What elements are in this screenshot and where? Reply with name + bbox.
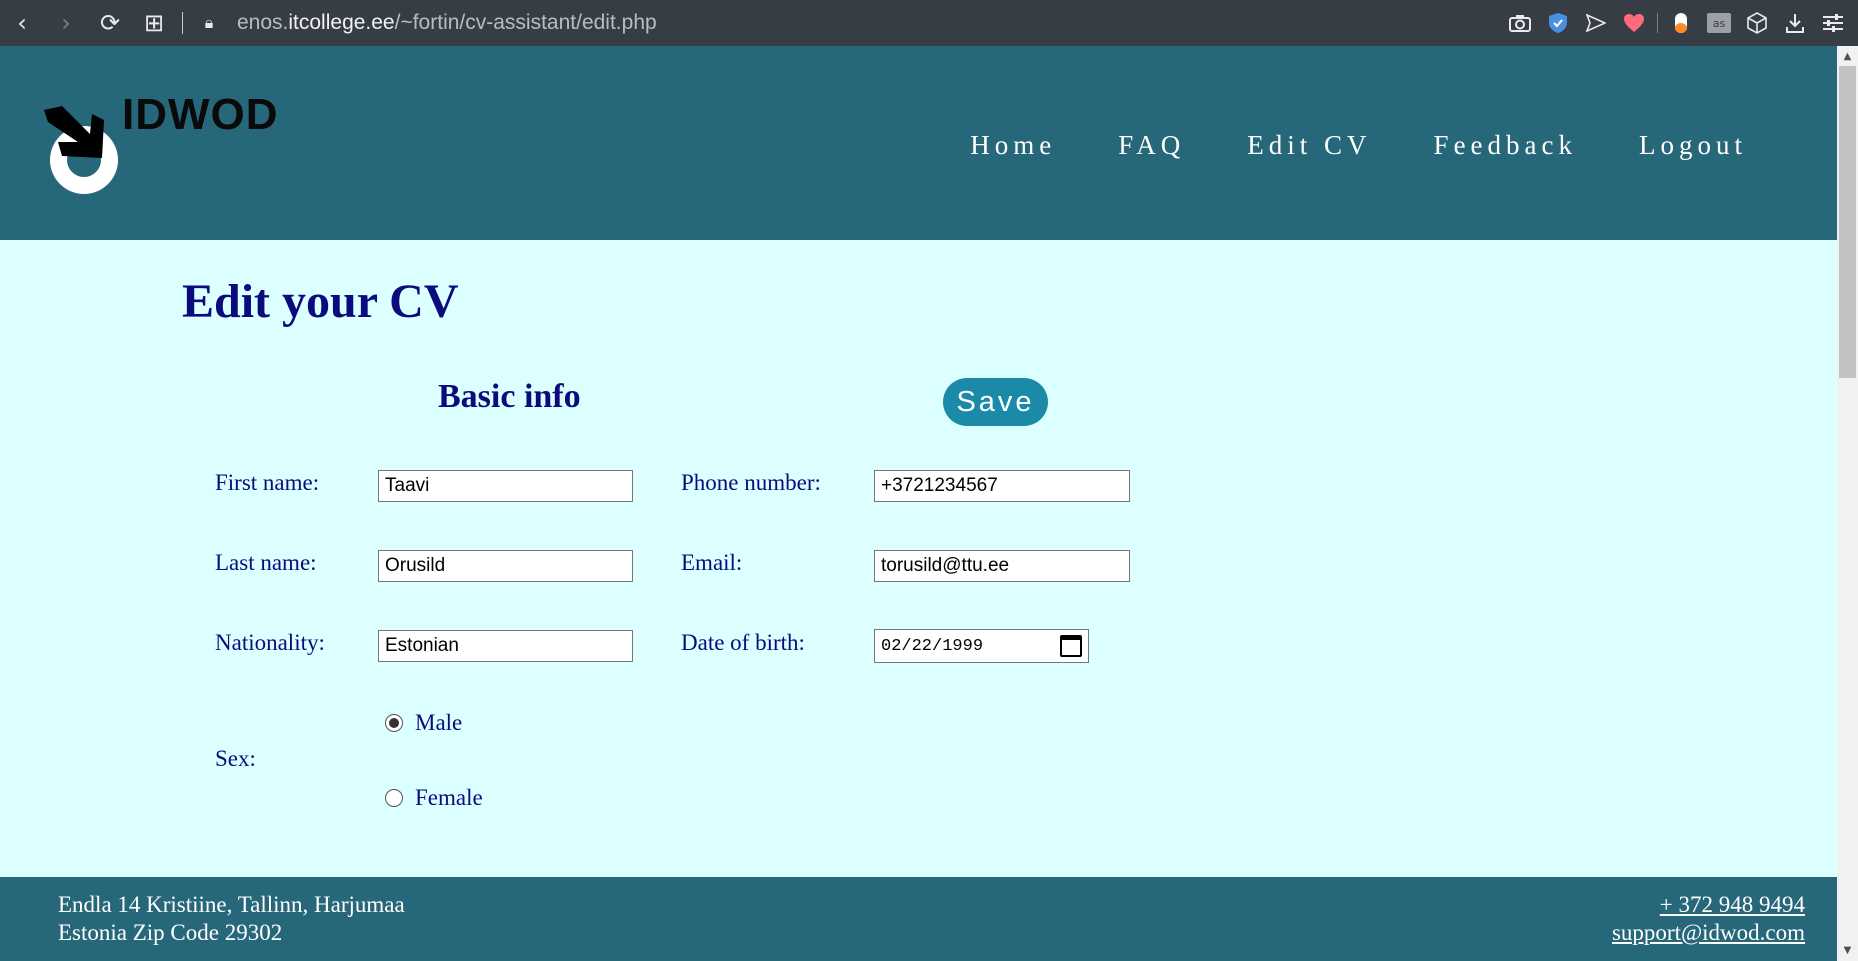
email-label: Email: — [681, 550, 743, 575]
main-nav: Home FAQ Edit CV Feedback Logout — [970, 130, 1747, 161]
download-icon[interactable] — [1776, 5, 1814, 41]
last-name-field[interactable]: Orusild — [378, 550, 633, 582]
toolbar-separator — [182, 12, 183, 34]
back-icon[interactable]: ‹ — [0, 5, 44, 41]
logo[interactable]: IDWOD — [40, 90, 320, 230]
address-line-1: Endla 14 Kristiine, Tallinn, Harjumaa — [58, 892, 405, 917]
url-path: /~fortin/cv-assistant/edit.php — [394, 11, 657, 34]
dob-value: 02/22/1999 — [881, 636, 984, 656]
first-name-label: First name: — [215, 470, 320, 495]
nav-logout[interactable]: Logout — [1639, 130, 1747, 161]
footer-contact: + 372 948 9494 support@idwod.com — [1612, 891, 1805, 947]
main-content: Edit your CV Basic info Save First name:… — [0, 240, 1837, 876]
cube-icon[interactable] — [1738, 5, 1776, 41]
send-icon[interactable] — [1577, 5, 1615, 41]
url-domain: itcollege.ee — [288, 11, 395, 34]
lock-icon[interactable]: 🔒︎ — [197, 5, 221, 41]
first-name-field[interactable]: Taavi — [378, 470, 633, 502]
scroll-thumb[interactable] — [1839, 66, 1856, 378]
calendar-icon[interactable] — [1060, 635, 1082, 657]
radio-selected-dot — [389, 718, 399, 728]
sex-option-male[interactable]: Male — [385, 710, 462, 736]
footer-phone-link[interactable]: + 372 948 9494 — [1612, 891, 1805, 919]
nav-home[interactable]: Home — [970, 130, 1056, 161]
site-footer: Endla 14 Kristiine, Tallinn, Harjumaa Es… — [0, 877, 1837, 961]
footer-email-link[interactable]: support@idwod.com — [1612, 919, 1805, 947]
page-scrollbar[interactable]: ▲ ▼ — [1837, 46, 1858, 961]
dob-label: Date of birth: — [681, 630, 805, 655]
heart-icon[interactable] — [1615, 5, 1653, 41]
sex-option-female[interactable]: Female — [385, 785, 483, 811]
scroll-down-icon[interactable]: ▼ — [1837, 942, 1858, 959]
save-button[interactable]: Save — [943, 378, 1048, 426]
browser-toolbar: ‹ › ⟳ ⊞ 🔒︎ enos.itcollege.ee/~fortin/cv-… — [0, 0, 1858, 46]
page-title: Edit your CV — [182, 275, 459, 328]
svg-text:as: as — [1713, 17, 1726, 30]
female-radio[interactable] — [385, 789, 403, 807]
forward-icon[interactable]: › — [44, 5, 88, 41]
footer-address: Endla 14 Kristiine, Tallinn, Harjumaa Es… — [58, 891, 405, 947]
logo-text: IDWOD — [122, 90, 279, 139]
nationality-field[interactable]: Estonian — [378, 630, 633, 662]
address-bar[interactable]: enos.itcollege.ee/~fortin/cv-assistant/e… — [237, 11, 657, 35]
nav-faq[interactable]: FAQ — [1118, 130, 1185, 161]
extension-divider — [1657, 13, 1658, 33]
female-label: Female — [415, 785, 483, 810]
email-field[interactable]: torusild@ttu.ee — [874, 550, 1130, 582]
last-name-label: Last name: — [215, 550, 317, 575]
nav-feedback[interactable]: Feedback — [1434, 130, 1577, 161]
male-radio[interactable] — [385, 714, 403, 732]
logo-mark-icon — [44, 106, 118, 194]
nationality-label: Nationality: — [215, 630, 325, 655]
camera-icon[interactable] — [1501, 5, 1539, 41]
tabs-grid-icon[interactable]: ⊞ — [132, 5, 176, 41]
sex-label: Sex: — [215, 746, 256, 771]
address-line-2: Estonia Zip Code 29302 — [58, 920, 283, 945]
extension-icons: as — [1501, 0, 1852, 46]
lastfm-icon[interactable]: as — [1700, 5, 1738, 41]
phone-label: Phone number: — [681, 470, 821, 495]
phone-field[interactable]: +3721234567 — [874, 470, 1130, 502]
url-prefix: enos. — [237, 11, 289, 34]
dob-field[interactable]: 02/22/1999 — [874, 629, 1089, 663]
settings-sliders-icon[interactable] — [1814, 5, 1852, 41]
male-label: Male — [415, 710, 463, 735]
pill-icon[interactable] — [1662, 5, 1700, 41]
section-title-basic-info: Basic info — [438, 378, 581, 415]
reload-icon[interactable]: ⟳ — [88, 5, 132, 41]
site-header: IDWOD Home FAQ Edit CV Feedback Logout — [0, 46, 1837, 240]
shield-icon[interactable] — [1539, 5, 1577, 41]
scroll-up-icon[interactable]: ▲ — [1837, 48, 1858, 65]
nav-edit-cv[interactable]: Edit CV — [1247, 130, 1371, 161]
